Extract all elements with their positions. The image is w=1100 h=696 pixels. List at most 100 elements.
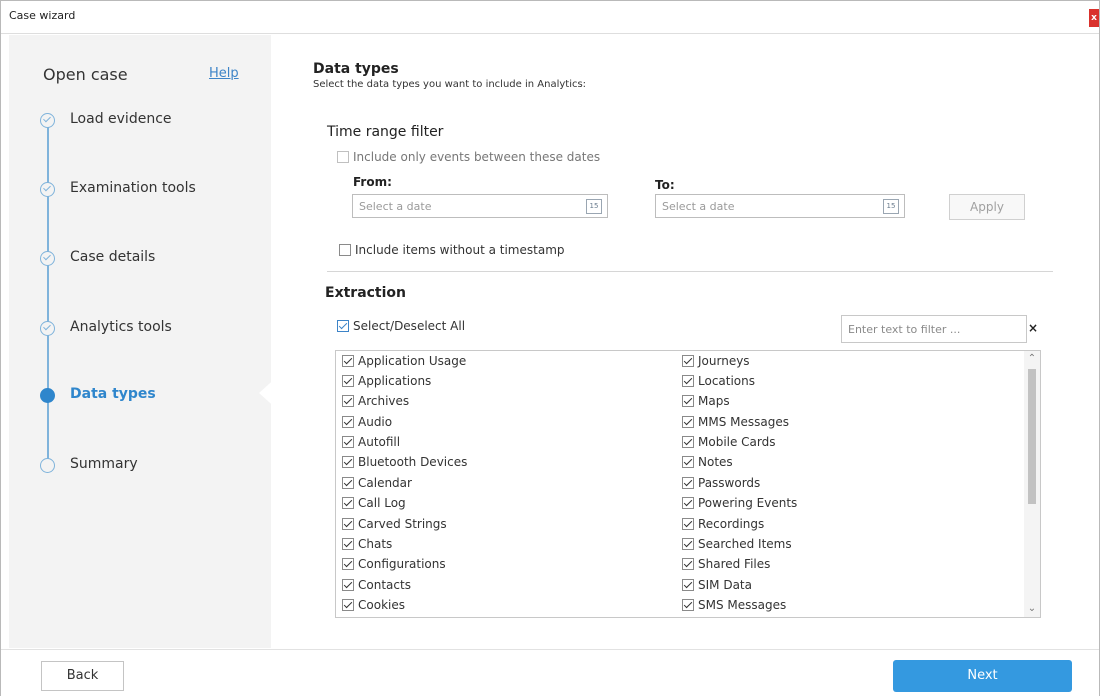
data-types-list[interactable]: Application Usage Applications Archives Aud…	[335, 350, 1041, 618]
calendar-icon[interactable]: 15	[586, 199, 602, 214]
checkbox-icon	[342, 476, 354, 489]
to-date-input[interactable]: Select a date 15	[655, 194, 905, 218]
list-item-checkbox[interactable]: Calendar	[342, 475, 467, 495]
checkbox-icon	[342, 395, 354, 408]
checkbox-icon	[342, 436, 354, 449]
include-between-checkbox[interactable]: Include only events between these dates	[337, 149, 600, 164]
list-item-label: Archives	[358, 394, 410, 409]
list-item-checkbox[interactable]: Bluetooth Devices	[342, 455, 467, 475]
list-item-label: Maps	[698, 394, 730, 409]
step-load-evidence[interactable]: Load evidence	[40, 110, 270, 134]
list-item-label: Calendar	[358, 475, 412, 490]
checkbox-icon	[337, 150, 349, 163]
list-item-label: Configurations	[358, 557, 446, 572]
scroll-up-icon[interactable]: ⌃	[1024, 352, 1040, 366]
step-examination-tools[interactable]: Examination tools	[40, 179, 270, 203]
list-item-checkbox[interactable]: Shared Files	[682, 557, 797, 577]
checkbox-icon	[682, 517, 694, 530]
step-data-types[interactable]: Data types	[40, 385, 270, 409]
list-item-checkbox[interactable]: Call Log	[342, 496, 467, 516]
list-item-label: Recordings	[698, 516, 765, 531]
list-item-checkbox[interactable]: Powering Events	[682, 496, 797, 516]
checkbox-icon	[342, 354, 354, 367]
list-item-checkbox[interactable]: Notes	[682, 455, 797, 475]
list-item-checkbox[interactable]: Autofill	[342, 435, 467, 455]
checkbox-icon	[342, 558, 354, 571]
include-no-timestamp-checkbox[interactable]: Include items without a timestamp	[339, 242, 565, 257]
select-all-checkbox[interactable]: Select/Deselect All	[337, 318, 465, 333]
list-item-label: Audio	[358, 414, 393, 429]
case-wizard-window: Case wizard x Open case Help Load eviden…	[0, 0, 1100, 696]
list-item-checkbox[interactable]: Archives	[342, 394, 467, 414]
checkbox-icon	[342, 374, 354, 387]
list-item-label: Powering Events	[698, 496, 798, 511]
checkbox-icon	[682, 578, 694, 591]
list-item-checkbox[interactable]: Configurations	[342, 557, 467, 577]
scroll-thumb[interactable]	[1028, 369, 1036, 504]
step-pending-icon	[40, 458, 55, 473]
next-button[interactable]: Next	[893, 660, 1072, 692]
list-item-checkbox[interactable]: Passwords	[682, 475, 797, 495]
list-item-label: Passwords	[698, 475, 761, 490]
list-item-checkbox[interactable]: SMS Messages	[682, 598, 797, 617]
list-column-right: Journeys Locations Maps MMS Messages Mobile …	[682, 353, 797, 617]
step-complete-icon	[40, 251, 55, 266]
list-item-checkbox[interactable]: Application Usage	[342, 353, 467, 373]
list-item-checkbox[interactable]: Applications	[342, 373, 467, 393]
list-item-checkbox[interactable]: Journeys	[682, 353, 797, 373]
close-icon[interactable]: x	[1089, 9, 1099, 27]
list-item-checkbox[interactable]: Chats	[342, 537, 467, 557]
section-divider	[327, 271, 1053, 272]
list-item-checkbox[interactable]: Maps	[682, 394, 797, 414]
checkbox-icon	[682, 456, 694, 469]
list-item-checkbox[interactable]: Audio	[342, 414, 467, 434]
list-item-checkbox[interactable]: Cookies	[342, 598, 467, 617]
list-item-checkbox[interactable]: Searched Items	[682, 537, 797, 557]
clear-filter-icon[interactable]: ×	[1025, 317, 1041, 339]
checkbox-icon	[682, 354, 694, 367]
list-item-label: Searched Items	[698, 537, 792, 552]
checkbox-icon	[682, 599, 694, 612]
list-item-checkbox[interactable]: Recordings	[682, 516, 797, 536]
step-complete-icon	[40, 182, 55, 197]
list-item-label: Call Log	[358, 496, 406, 511]
scroll-down-icon[interactable]: ⌄	[1024, 602, 1040, 616]
steps-timeline	[47, 122, 49, 462]
list-item-label: Bluetooth Devices	[358, 455, 468, 470]
main-panel: Data types Select the data types you wan…	[271, 35, 1099, 648]
list-scrollbar[interactable]: ⌃ ⌄	[1024, 351, 1040, 617]
list-item-checkbox[interactable]: Mobile Cards	[682, 435, 797, 455]
list-item-label: Notes	[698, 455, 733, 470]
apply-button[interactable]: Apply	[949, 194, 1025, 220]
help-link[interactable]: Help	[209, 66, 239, 81]
calendar-icon[interactable]: 15	[883, 199, 899, 214]
from-label: From:	[353, 175, 392, 189]
list-item-label: Chats	[358, 537, 393, 552]
step-summary[interactable]: Summary	[40, 455, 270, 479]
window-title: Case wizard	[9, 9, 76, 22]
list-item-checkbox[interactable]: Carved Strings	[342, 516, 467, 536]
step-active-icon	[40, 388, 55, 403]
list-item-label: Application Usage	[358, 353, 467, 368]
step-analytics-tools[interactable]: Analytics tools	[40, 318, 270, 342]
checkbox-icon	[682, 476, 694, 489]
from-date-input[interactable]: Select a date 15	[352, 194, 608, 218]
list-item-label: Carved Strings	[358, 516, 447, 531]
checkbox-icon	[342, 415, 354, 428]
list-item-checkbox[interactable]: Locations	[682, 373, 797, 393]
checkbox-icon	[342, 578, 354, 591]
list-column-left: Application Usage Applications Archives Aud…	[342, 353, 467, 617]
list-item-label: MMS Messages	[698, 414, 789, 429]
title-bar: Case wizard x	[1, 1, 1099, 34]
list-item-checkbox[interactable]: Contacts	[342, 577, 467, 597]
filter-input[interactable]: Enter text to filter ...	[841, 315, 1027, 343]
step-label: Examination tools	[70, 180, 196, 196]
step-case-details[interactable]: Case details	[40, 248, 270, 272]
back-button[interactable]: Back	[41, 661, 124, 691]
checkbox-icon	[682, 395, 694, 408]
to-date-placeholder: Select a date	[662, 200, 735, 213]
checkbox-icon	[342, 456, 354, 469]
list-item-checkbox[interactable]: SIM Data	[682, 577, 797, 597]
list-item-checkbox[interactable]: MMS Messages	[682, 414, 797, 434]
list-item-label: Applications	[358, 373, 432, 388]
